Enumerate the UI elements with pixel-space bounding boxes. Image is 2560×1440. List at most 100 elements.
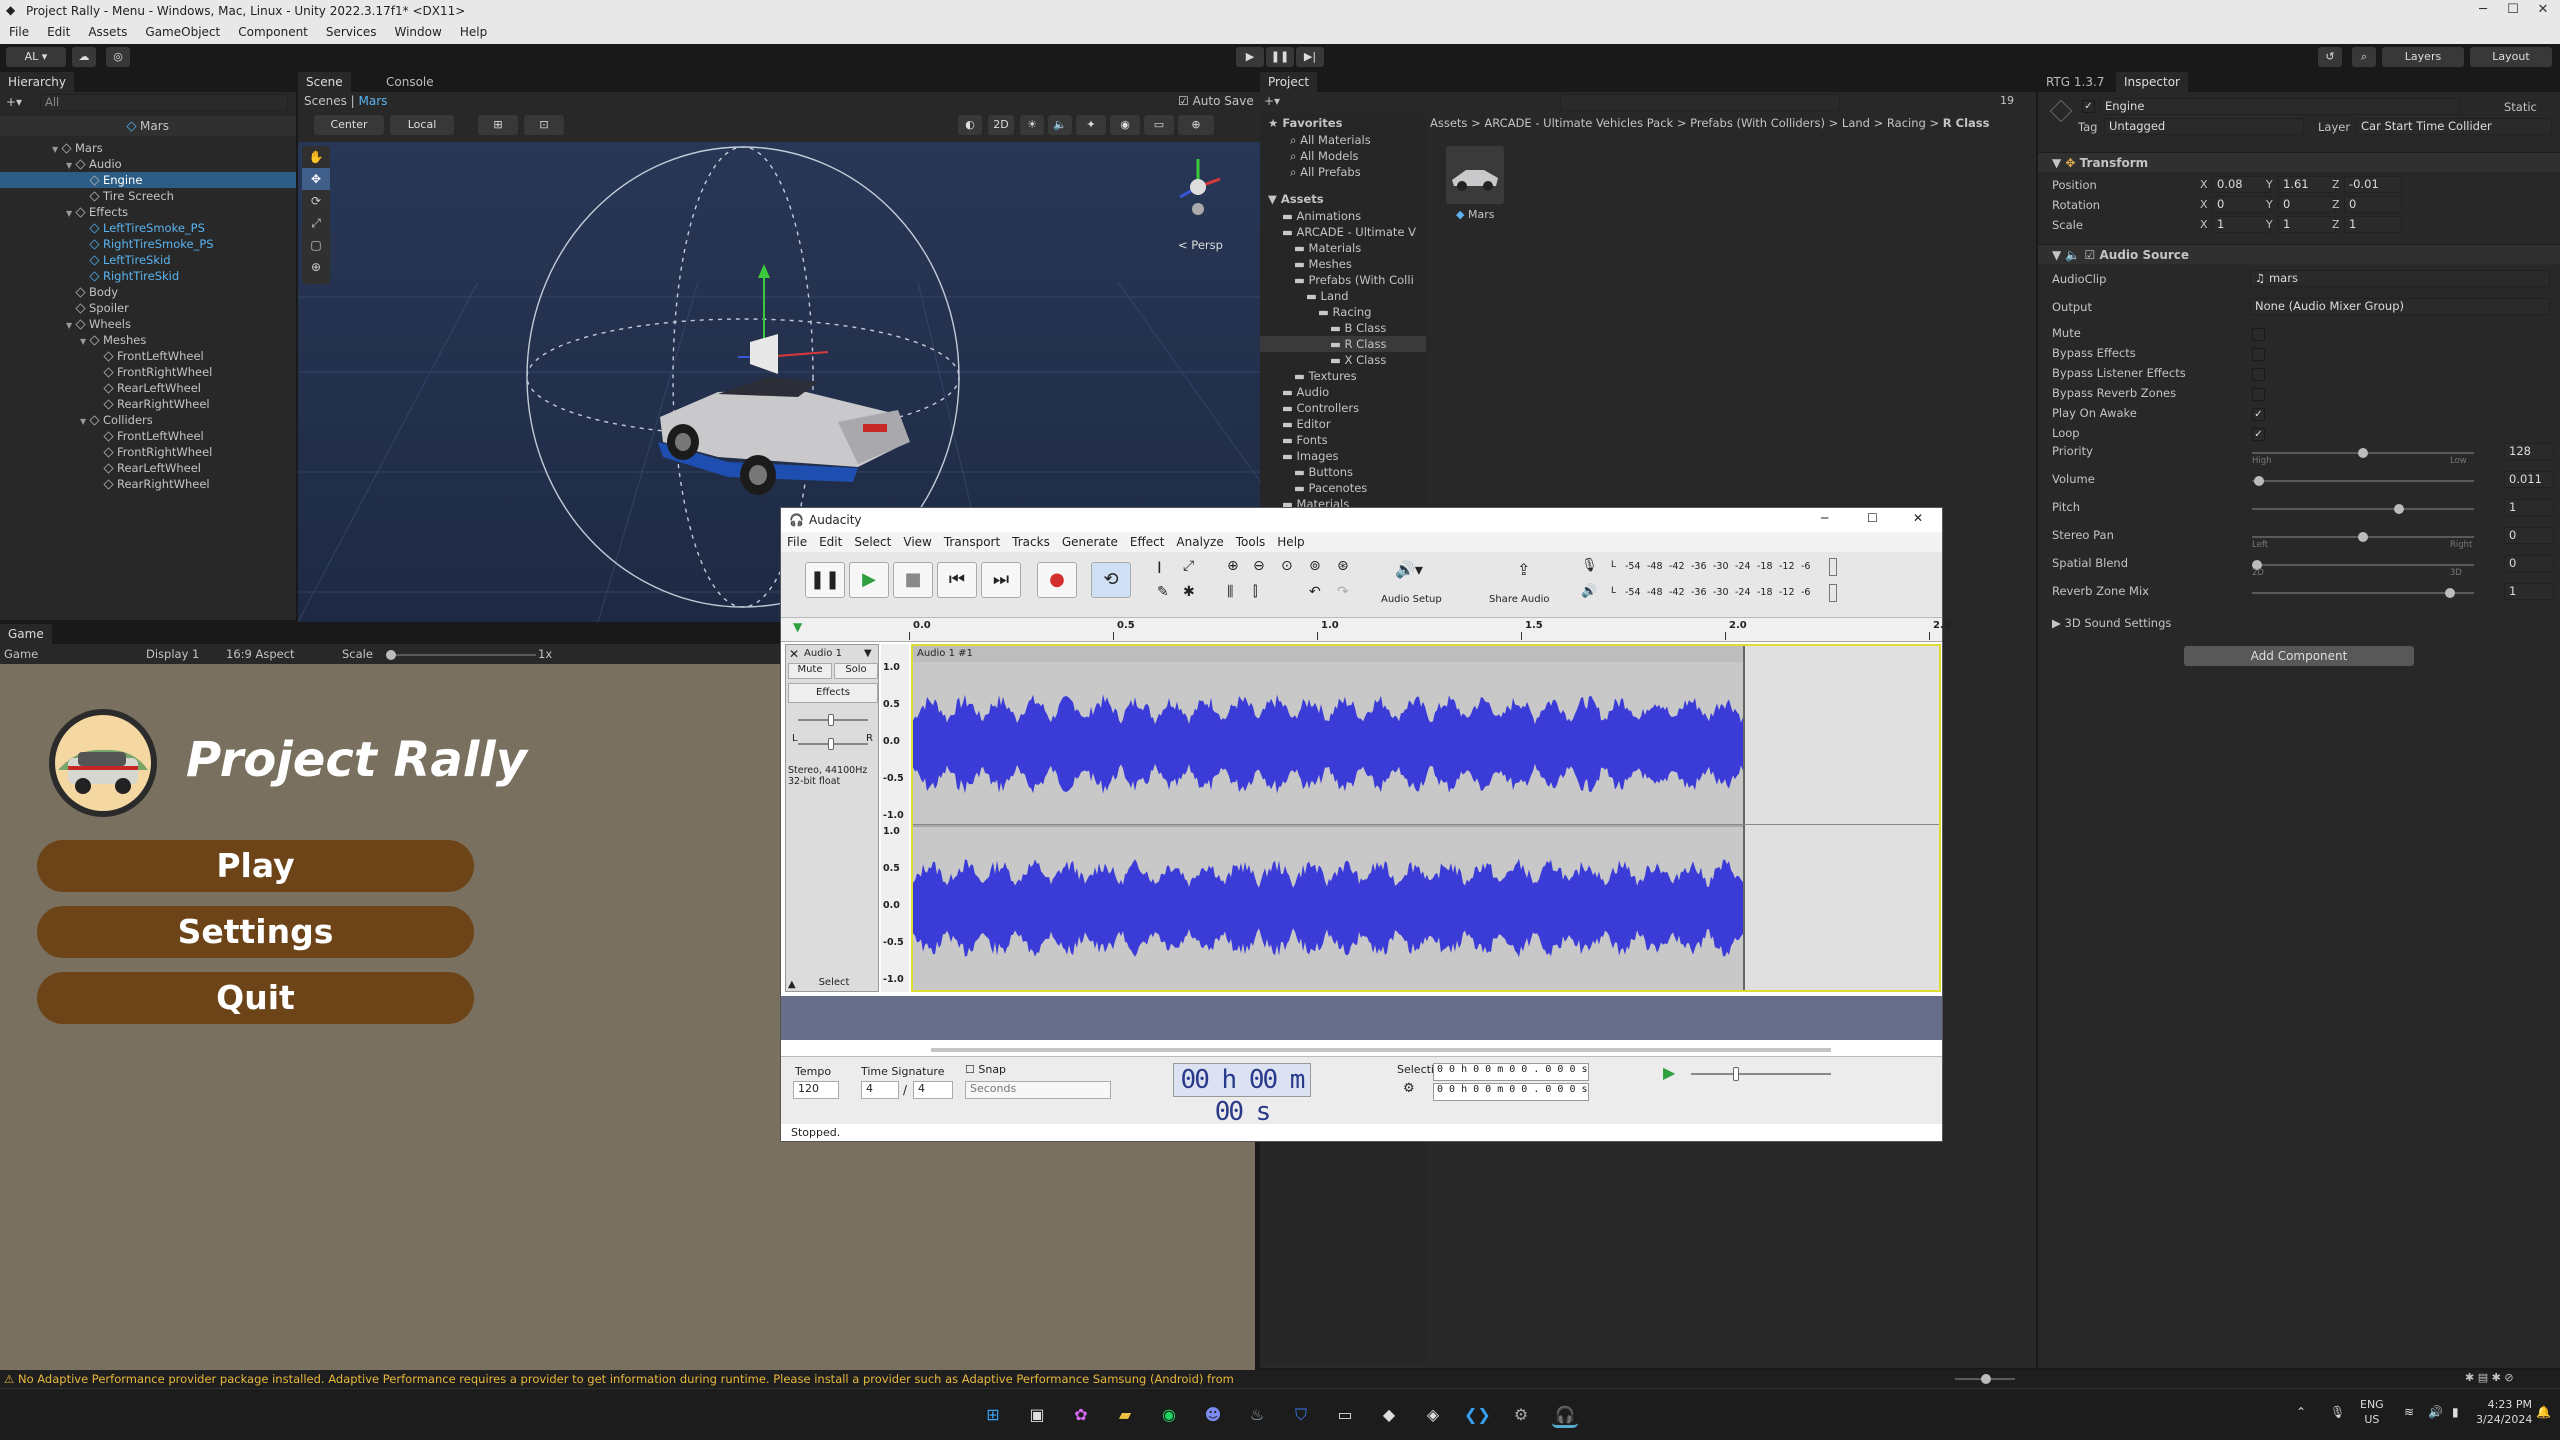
envelope-tool-icon[interactable]: ⤢ [1183, 558, 1194, 574]
static-toggle[interactable]: Static [2504, 100, 2537, 114]
hierarchy-item[interactable]: FrontRightWheel [0, 364, 296, 380]
rot-x-field[interactable]: 0 [2212, 196, 2270, 213]
pos-y-field[interactable]: 1.61 [2278, 176, 2336, 193]
scale-slider[interactable] [386, 650, 536, 660]
tsig-denominator-dropdown[interactable]: 4 [913, 1081, 953, 1099]
inspector-slider[interactable] [2252, 504, 2474, 514]
inspector-slider[interactable] [2252, 560, 2474, 570]
folder-item[interactable]: ▬ Buttons [1260, 464, 1426, 480]
undo-icon[interactable]: ↶ [1309, 584, 1321, 600]
battery-icon[interactable]: ▮ [2452, 1405, 2459, 1419]
play-at-speed-button[interactable]: ▶ [1663, 1063, 1675, 1082]
rot-z-field[interactable]: 0 [2344, 196, 2402, 213]
hierarchy-item[interactable]: LeftTireSkid [0, 252, 296, 268]
solo-button[interactable]: Solo [834, 663, 878, 679]
transform-header[interactable]: ▼ ✥ Transform [2038, 152, 2560, 172]
inspector-slider[interactable] [2252, 476, 2474, 486]
path-segment[interactable]: Assets [1430, 116, 1467, 130]
folder-item[interactable]: ▬ Audio [1260, 384, 1426, 400]
silence-icon[interactable]: ⫿ [1253, 584, 1257, 600]
audacity-menu-select[interactable]: Select [848, 532, 897, 549]
breadcrumb-mars[interactable]: Mars [359, 94, 388, 108]
zoom-in-icon[interactable]: ⊕ [1227, 558, 1239, 574]
display-dropdown[interactable]: Display 1 [146, 644, 199, 664]
hierarchy-item[interactable]: RearLeftWheel [0, 460, 296, 476]
hand-tool-icon[interactable]: ✋ [302, 146, 330, 168]
assets-header[interactable]: ▼ Assets [1268, 192, 1324, 206]
folder-item[interactable]: ▬ Images [1260, 448, 1426, 464]
hidden-icon[interactable]: ◉ [1110, 115, 1140, 135]
draw-mode-icon[interactable]: ◐ [958, 115, 982, 135]
waveform-area[interactable]: Audio 1 #1 [911, 644, 1941, 992]
hierarchy-item[interactable]: RightTireSkid [0, 268, 296, 284]
file-explorer-icon[interactable]: ▰ [1112, 1402, 1138, 1428]
slider-knob[interactable] [2358, 532, 2368, 542]
slider-knob[interactable] [2445, 588, 2455, 598]
toggle-checkbox[interactable] [2252, 328, 2265, 341]
folder-item[interactable]: ▬ Land [1260, 288, 1426, 304]
toggle-2d-button[interactable]: 2D [988, 115, 1014, 135]
menu-component[interactable]: Component [229, 22, 317, 39]
account-dropdown[interactable]: AL ▾ [6, 47, 66, 67]
empty-track-area[interactable] [781, 996, 1942, 1040]
audacity-menu-view[interactable]: View [897, 532, 937, 549]
tempo-input[interactable]: 120 [793, 1081, 839, 1099]
path-segment[interactable]: R Class [1943, 116, 1990, 130]
terminal-icon[interactable]: ▭ [1332, 1402, 1358, 1428]
volume-icon[interactable]: 🔊 [2428, 1405, 2443, 1419]
folder-item[interactable]: ▬ Editor [1260, 416, 1426, 432]
pos-z-field[interactable]: -0.01 [2344, 176, 2402, 193]
hierarchy-item[interactable]: ▼ Audio [0, 156, 296, 172]
fold-arrow-icon[interactable]: ▼ [66, 318, 76, 334]
audacity-menu-tools[interactable]: Tools [1230, 532, 1272, 549]
wifi-icon[interactable]: ≋ [2404, 1405, 2414, 1419]
folder-item[interactable]: ▬ R Class [1260, 336, 1426, 352]
folder-item[interactable]: ▬ Animations [1260, 208, 1426, 224]
audacity-menu-edit[interactable]: Edit [813, 532, 848, 549]
aspect-dropdown[interactable]: 16:9 Aspect [226, 644, 295, 664]
step-button[interactable]: ▶| [1296, 47, 1324, 67]
hierarchy-item[interactable]: RearLeftWheel [0, 380, 296, 396]
path-segment[interactable]: Land [1842, 116, 1870, 130]
slider-knob[interactable] [2394, 504, 2404, 514]
tab-console[interactable]: Console [378, 72, 442, 92]
audio-setup-label[interactable]: Audio Setup [1381, 594, 1442, 605]
selection-start-input[interactable]: 0 0 h 0 0 m 0 0 . 0 0 0 s [1433, 1063, 1589, 1081]
inspector-slider[interactable] [2252, 448, 2474, 458]
unity-hub-icon[interactable]: ◆ [1376, 1402, 1402, 1428]
play-menu-button[interactable]: Play [37, 840, 474, 892]
tab-rtg[interactable]: RTG 1.3.7 [2038, 72, 2112, 92]
favorite-item[interactable]: ⌕ All Prefabs [1290, 164, 1371, 180]
audacity-menu-effect[interactable]: Effect [1124, 532, 1171, 549]
settings-icon[interactable]: ⚙ [1508, 1402, 1534, 1428]
menu-window[interactable]: Window [386, 22, 451, 39]
clip-header[interactable]: Audio 1 #1 [913, 646, 1743, 662]
scale-tool-icon[interactable]: ⤢ [302, 212, 330, 234]
discord-icon[interactable]: ☻ [1200, 1402, 1226, 1428]
hierarchy-item[interactable]: ▼ Meshes [0, 332, 296, 348]
scale-y-field[interactable]: 1 [2278, 216, 2336, 233]
move-tool-icon[interactable]: ✥ [302, 168, 330, 190]
hierarchy-search-input[interactable]: All [40, 94, 288, 111]
collab-icon[interactable]: ◎ [106, 47, 130, 67]
object-name-field[interactable]: Engine [2100, 98, 2460, 115]
folder-item[interactable]: ▬ ARCADE - Ultimate V [1260, 224, 1426, 240]
transform-tool-icon[interactable]: ⊕ [302, 256, 330, 278]
favorite-item[interactable]: ⌕ All Models [1290, 148, 1371, 164]
hierarchy-item[interactable]: RearRightWheel [0, 396, 296, 412]
record-button[interactable]: ● [1037, 562, 1077, 598]
hierarchy-item[interactable]: ▼ Mars [0, 140, 296, 156]
selection-settings-icon[interactable]: ⚙ [1403, 1081, 1415, 1096]
layout-dropdown[interactable]: Layout [2470, 47, 2552, 67]
horizontal-scrollbar[interactable] [931, 1048, 1831, 1052]
layers-dropdown[interactable]: Layers [2382, 47, 2464, 67]
pivot-center-dropdown[interactable]: Center [314, 115, 384, 135]
toggle-checkbox[interactable]: ✓ [2252, 428, 2265, 441]
folder-item[interactable]: ▬ Fonts [1260, 432, 1426, 448]
clock[interactable]: 4:23 PM 3/24/2024 [2476, 1397, 2532, 1427]
search-icon[interactable]: ⌕ [2352, 47, 2376, 67]
slider-value-field[interactable]: 1 [2504, 499, 2554, 516]
fold-arrow-icon[interactable]: ▼ [80, 414, 90, 430]
slider-value-field[interactable]: 1 [2504, 583, 2554, 600]
minimize-button[interactable]: ─ [2470, 2, 2496, 20]
